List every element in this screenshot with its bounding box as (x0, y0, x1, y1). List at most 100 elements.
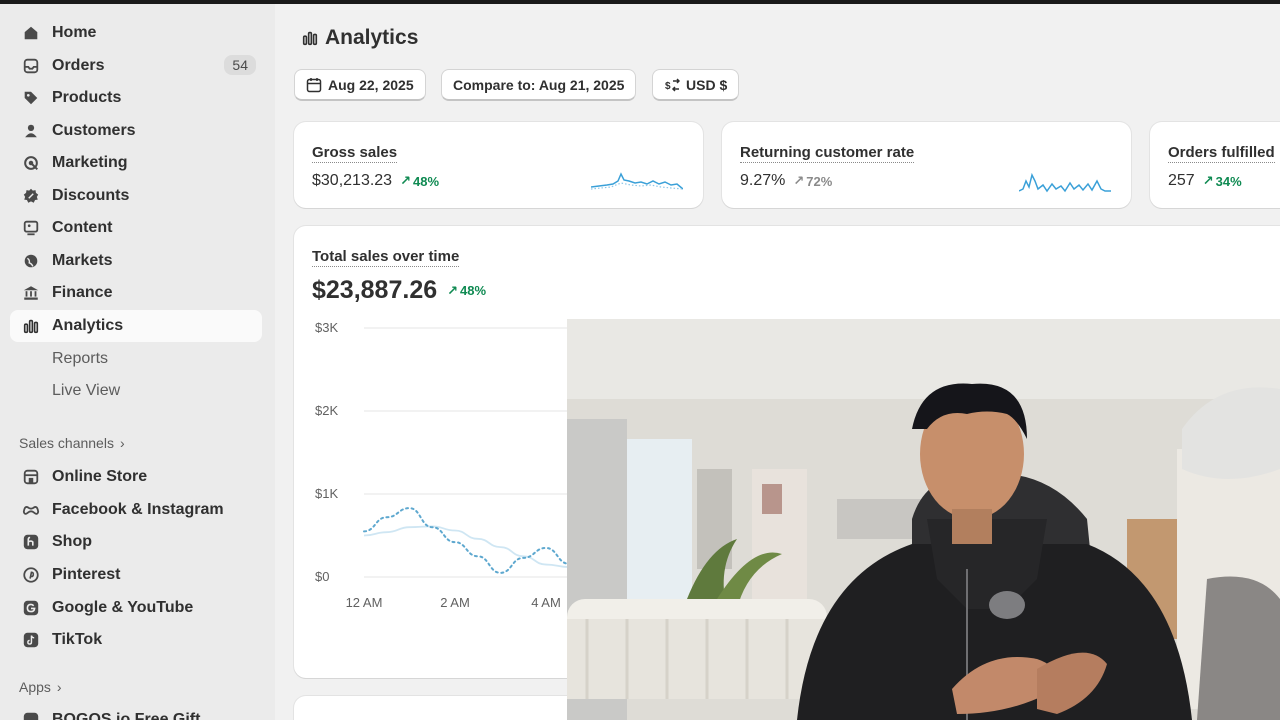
delta-value: 34% (1215, 173, 1242, 189)
metric-card-gross-sales[interactable]: Gross sales $30,213.23 ↗ 48% (294, 122, 703, 208)
chevron-right-icon: › (56, 679, 62, 695)
delta-value: 72% (806, 173, 833, 189)
nav-item-app-bogos[interactable]: BOGOS.io Free Gift (10, 704, 262, 720)
nav-item-finance[interactable]: Finance (10, 277, 262, 309)
nav-sub-live-view[interactable]: Live View (52, 379, 120, 403)
nav-label: Analytics (52, 317, 124, 334)
nav-item-products[interactable]: Products (10, 82, 262, 114)
date-picker-button[interactable]: Aug 22, 2025 (294, 69, 426, 101)
page-title-text: Analytics (325, 26, 419, 49)
metric-card-orders-fulfilled[interactable]: Orders fulfilled 257 ↗ 34% (1150, 122, 1280, 208)
x-tick-label: 4 AM (531, 595, 561, 610)
svg-text:$: $ (665, 81, 671, 92)
nav-label: Pinterest (52, 566, 121, 583)
nav-label: Marketing (52, 154, 128, 171)
bar-chart-icon (22, 317, 40, 335)
delta-value: 48% (460, 283, 487, 298)
delta-badge: ↗ 48% (447, 283, 486, 299)
apps-header[interactable]: Apps › (19, 679, 62, 695)
nav-item-orders[interactable]: Orders 54 (10, 50, 262, 82)
metric-card-returning-customer-rate[interactable]: Returning customer rate 9.27% ↗ 72% (722, 122, 1131, 208)
nav-item-google-youtube[interactable]: Google & YouTube (10, 592, 262, 624)
nav-item-markets[interactable]: Markets (10, 245, 262, 277)
y-tick-label: $2K (315, 403, 338, 418)
compare-label: Compare to: Aug 21, 2025 (453, 76, 625, 93)
nav-label: Home (52, 24, 97, 41)
nav-label: Customers (52, 122, 136, 139)
bank-icon (22, 284, 40, 302)
arrow-up-right-icon: ↗ (400, 173, 411, 188)
compare-date-button[interactable]: Compare to: Aug 21, 2025 (441, 69, 637, 101)
date-label: Aug 22, 2025 (328, 76, 414, 93)
nav-label: Facebook & Instagram (52, 501, 224, 518)
nav-label: Content (52, 219, 113, 236)
currency-label: USD $ (686, 76, 728, 93)
delta-badge: ↗ 48% (400, 173, 439, 189)
store-icon (22, 468, 40, 486)
delta-badge: ↗ 72% (793, 173, 832, 189)
nav-label: Orders (52, 57, 105, 74)
sidebar: Home Orders 54 Products Customers Market… (0, 4, 275, 720)
metric-value: $30,213.23 (312, 172, 393, 189)
metric-title: Returning customer rate (740, 144, 915, 163)
sparkline (1019, 172, 1111, 193)
nav-item-tiktok[interactable]: TikTok (10, 624, 262, 656)
app-icon (22, 711, 40, 720)
arrow-up-right-icon: ↗ (447, 282, 459, 298)
chart-title: Total sales over time (312, 248, 460, 267)
x-tick-label: 12 AM (346, 595, 383, 610)
currency-button[interactable]: $ USD $ (652, 69, 740, 101)
metric-value-row: 257 ↗ 34% (1168, 172, 1242, 190)
sales-channels-header[interactable]: Sales channels › (19, 435, 125, 451)
chart-total-row: $23,887.26 ↗ 48% (312, 276, 486, 305)
person-icon (22, 122, 40, 140)
x-tick-label: 2 AM (440, 595, 470, 610)
chevron-right-icon: › (119, 435, 125, 451)
webcam-video-overlay (567, 319, 1280, 720)
y-tick-label: $0 (315, 569, 329, 584)
globe-icon (22, 252, 40, 270)
google-icon (22, 599, 40, 617)
sales-channels-label: Sales channels (19, 435, 114, 451)
metric-value-row: 9.27% ↗ 72% (740, 172, 832, 190)
home-icon (22, 24, 40, 42)
nav-item-customers[interactable]: Customers (10, 115, 262, 147)
nav-item-home[interactable]: Home (10, 17, 262, 49)
nav-item-shop[interactable]: Shop (10, 526, 262, 558)
nav-item-pinterest[interactable]: Pinterest (10, 559, 262, 591)
nav-label: Finance (52, 284, 113, 301)
inbox-icon (22, 57, 40, 75)
pinterest-icon (22, 566, 40, 584)
y-tick-label: $1K (315, 486, 338, 501)
arrow-up-right-icon: ↗ (1202, 173, 1214, 188)
page-title: Analytics (301, 26, 418, 50)
nav-item-analytics[interactable]: Analytics (10, 310, 262, 342)
nav-item-marketing[interactable]: Marketing (10, 147, 262, 179)
nav-sub-reports[interactable]: Reports (52, 347, 108, 371)
metric-value: 9.27% (740, 172, 786, 189)
orders-count-badge: 54 (224, 55, 256, 75)
nav-item-online-store[interactable]: Online Store (10, 461, 262, 493)
apps-label: Apps (19, 679, 51, 695)
nav-label: BOGOS.io Free Gift (52, 711, 201, 720)
target-icon (22, 154, 40, 172)
nav-item-facebook-instagram[interactable]: Facebook & Instagram (10, 494, 262, 526)
nav-label: Online Store (52, 468, 148, 485)
y-tick-label: $3K (315, 320, 338, 335)
metric-value-row: $30,213.23 ↗ 48% (312, 172, 439, 190)
nav-label: Shop (52, 533, 92, 550)
delta-badge: ↗ 34% (1203, 173, 1242, 189)
nav-label: TikTok (52, 631, 103, 648)
nav-label: Markets (52, 252, 113, 269)
meta-icon (22, 501, 40, 519)
nav-label: Discounts (52, 187, 130, 204)
metric-title: Gross sales (312, 144, 398, 163)
currency-exchange-icon: $ (665, 77, 680, 92)
tiktok-icon (22, 631, 40, 649)
presenter-video-frame (567, 319, 1280, 720)
nav-item-content[interactable]: Content (10, 212, 262, 244)
delta-value: 48% (412, 173, 440, 189)
nav-item-discounts[interactable]: Discounts (10, 180, 262, 212)
discount-icon (22, 187, 40, 205)
chart-total-value: $23,887.26 (312, 276, 438, 304)
